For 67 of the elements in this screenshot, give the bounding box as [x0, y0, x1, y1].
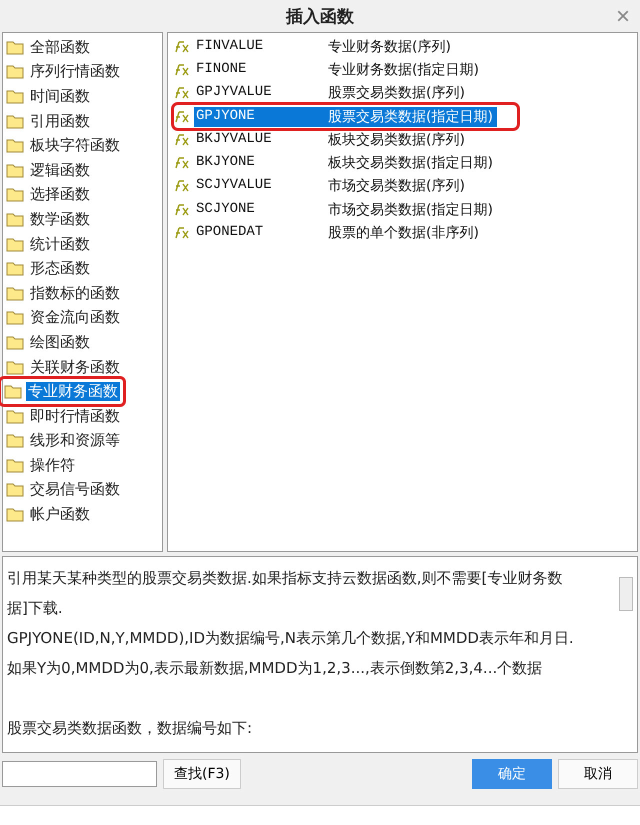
category-item[interactable]: 选择函数 — [28, 185, 92, 204]
search-field[interactable] — [2, 761, 157, 787]
category-item[interactable]: 统计函数 — [28, 234, 92, 254]
folder-icon — [6, 507, 24, 522]
category-item[interactable]: 帐户函数 — [28, 505, 92, 524]
function-item[interactable]: FINONE 专业财务数据(指定日期) — [194, 60, 483, 80]
folder-icon — [6, 138, 24, 154]
folder-icon — [6, 261, 24, 276]
folder-icon — [6, 40, 24, 55]
category-item[interactable]: 资金流向函数 — [28, 308, 122, 328]
category-item[interactable]: 绘图函数 — [28, 332, 92, 352]
function-item[interactable]: FINVALUE 专业财务数据(序列) — [194, 36, 455, 57]
folder-icon — [6, 458, 24, 473]
function-item[interactable]: GPJYONE 股票交易类数据(指定日期) — [194, 106, 497, 127]
cancel-button[interactable]: 取消 — [558, 759, 638, 789]
fx-icon — [174, 40, 190, 53]
fx-icon — [174, 110, 190, 123]
function-item[interactable]: SCJYVALUE 市场交易类数据(序列) — [194, 176, 469, 196]
fx-icon — [174, 87, 190, 100]
folder-icon — [6, 187, 24, 202]
folder-icon — [6, 482, 24, 498]
category-item[interactable]: 线形和资源等 — [28, 431, 122, 450]
category-item[interactable]: 形态函数 — [28, 259, 92, 278]
function-item[interactable]: GPJYVALUE 股票交易类数据(序列) — [194, 83, 469, 104]
folder-icon — [6, 334, 24, 350]
function-item[interactable]: GPONEDAT 股票的单个数据(非序列) — [194, 223, 483, 244]
category-item[interactable]: 全部函数 — [28, 38, 92, 57]
folder-icon — [6, 360, 24, 375]
folder-icon — [6, 286, 24, 301]
folder-icon — [6, 236, 24, 252]
category-item[interactable]: 数学函数 — [28, 210, 92, 229]
fx-icon — [174, 157, 190, 170]
category-item[interactable]: 时间函数 — [28, 86, 92, 106]
fx-icon — [174, 204, 190, 216]
category-item[interactable]: 引用函数 — [28, 112, 92, 131]
category-item[interactable]: 即时行情函数 — [28, 406, 122, 426]
fx-icon — [174, 134, 190, 146]
fx-icon — [174, 64, 190, 76]
category-item[interactable]: 逻辑函数 — [28, 160, 92, 180]
window-title: 插入函数 — [286, 6, 354, 28]
category-item[interactable]: 操作符 — [28, 456, 77, 475]
function-item[interactable]: BKJYONE 板块交易类数据(指定日期) — [194, 153, 497, 174]
help-paragraph: GPJYONE(ID,N,Y,MMDD),ID为数据编号,N表示第几个数据,Y和MMDD表示年和月日. — [7, 628, 575, 649]
category-item[interactable]: 专业财务函数 — [26, 382, 120, 402]
help-section-heading: 股票交易类数据函数，数据编号如下: — [7, 718, 254, 739]
function-item[interactable]: BKJYVALUE 板块交易类数据(序列) — [194, 130, 469, 150]
folder-icon — [6, 433, 24, 448]
fx-icon — [174, 227, 190, 240]
category-item[interactable]: 交易信号函数 — [28, 480, 122, 500]
folder-icon — [6, 64, 24, 80]
folder-icon — [6, 310, 24, 326]
category-item[interactable]: 指数标的函数 — [28, 284, 122, 303]
help-paragraph: 引用某天某种类型的股票交易类数据.如果指标支持云数据函数,则不需要[专业财务数据]下载. — [7, 568, 564, 619]
folder-icon — [6, 114, 24, 129]
folder-icon — [6, 408, 24, 424]
category-item[interactable]: 序列行情函数 — [28, 62, 122, 82]
fx-icon — [174, 180, 190, 192]
folder-icon — [6, 162, 24, 178]
scrollbar-thumb[interactable] — [619, 577, 633, 611]
folder-icon — [6, 212, 24, 227]
folder-icon — [6, 88, 24, 104]
folder-icon — [4, 384, 22, 400]
help-paragraph: 如果Y为0,MMDD为0,表示最新数据,MMDD为1,2,3...,表示倒数第2,3,4...个数据 — [7, 658, 544, 679]
category-item[interactable]: 关联财务函数 — [28, 358, 122, 377]
search-button[interactable]: 查找(F3) — [163, 759, 241, 789]
function-item[interactable]: SCJYONE 市场交易类数据(指定日期) — [194, 200, 497, 220]
category-item[interactable]: 板块字符函数 — [28, 136, 122, 156]
